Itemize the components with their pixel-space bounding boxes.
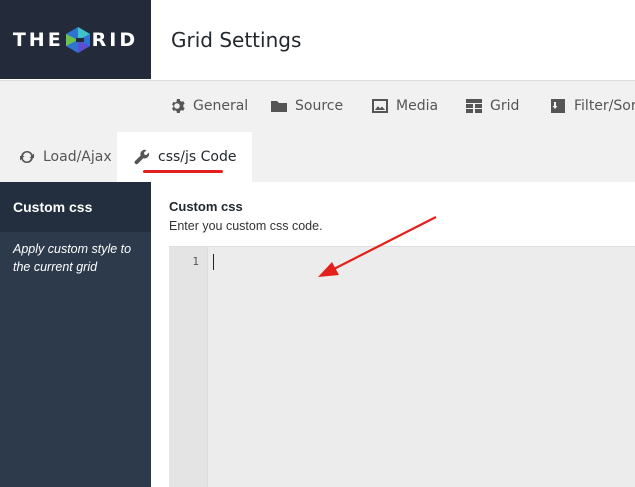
tab-general-label: General [193, 98, 249, 114]
wrench-icon [134, 149, 150, 165]
logo-text-left: THE [12, 28, 64, 51]
tab-general[interactable]: General [168, 81, 248, 131]
tab-css-js-code-label: css/js Code [158, 149, 237, 165]
grid-icon [466, 99, 482, 113]
sidebar-item-custom-css[interactable]: Custom css [0, 182, 151, 232]
image-icon [372, 99, 388, 113]
tab-grid-label: Grid [490, 98, 520, 114]
tab-source-label: Source [295, 98, 344, 114]
tab-media-label: Media [396, 98, 439, 114]
page-header: Grid Settings [151, 0, 635, 79]
line-number: 1 [192, 255, 199, 268]
tab-media[interactable]: Media [371, 81, 438, 131]
annotation-underline [143, 170, 223, 173]
sort-icon [551, 99, 565, 113]
folder-icon [271, 101, 287, 112]
editor-gutter: 1 [169, 247, 208, 487]
tab-grid[interactable]: Grid [465, 81, 519, 131]
field-description: Enter you custom css code. [169, 219, 323, 233]
settings-sidebar: Custom css Apply custom style to the cur… [0, 182, 151, 487]
page-title: Grid Settings [171, 27, 302, 52]
text-cursor [213, 254, 214, 270]
settings-tabs: General Source Media Grid Filter/Sort Lo… [0, 80, 635, 182]
tab-load-ajax-label: Load/Ajax [43, 149, 112, 165]
annotation-arrow [318, 216, 437, 277]
tab-load-ajax[interactable]: Load/Ajax [18, 132, 112, 182]
tab-source[interactable]: Source [270, 81, 343, 131]
tab-css-js-code[interactable]: css/js Code [117, 132, 253, 182]
field-title: Custom css [169, 199, 243, 214]
tab-filter-sort-label: Filter/Sort [574, 98, 635, 114]
refresh-icon [20, 150, 34, 164]
css-code-editor[interactable]: 1 [169, 246, 635, 487]
logo-g-icon [65, 26, 90, 53]
sidebar-description: Apply custom style to the current grid [13, 242, 132, 274]
tab-filter-sort[interactable]: Filter/Sort [549, 81, 635, 131]
logo-text-right: RID [91, 28, 139, 51]
gear-icon [172, 99, 185, 113]
brand-logo: THE RID [0, 0, 151, 79]
